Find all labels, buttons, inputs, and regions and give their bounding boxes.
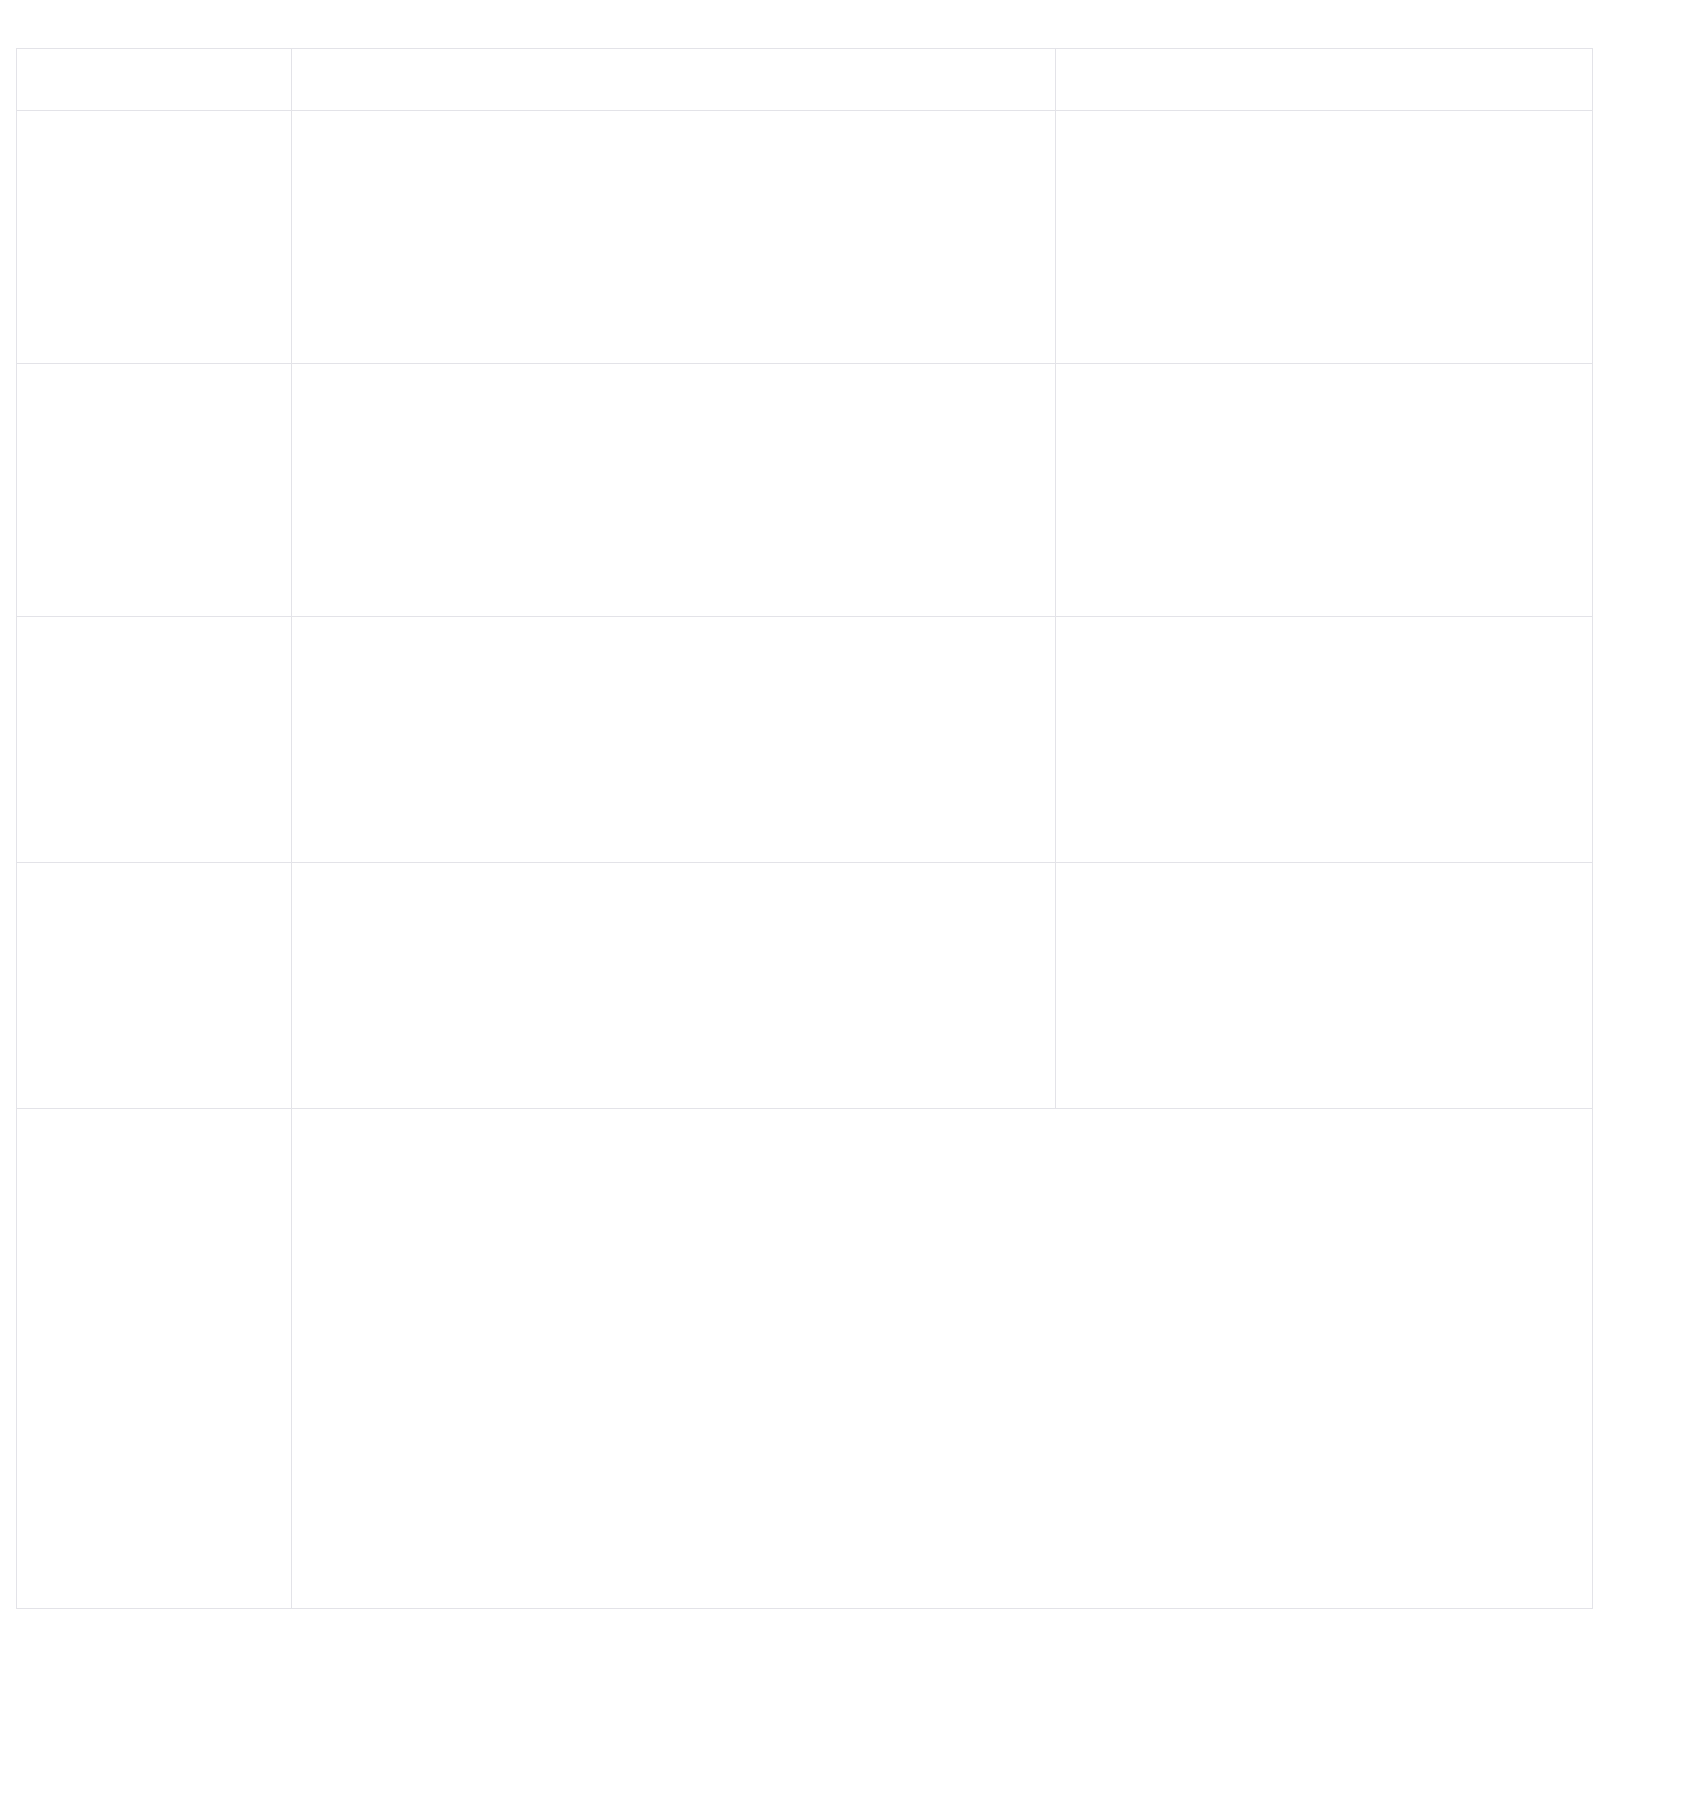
batch-duration-histogram-cell — [1056, 863, 1593, 1109]
empty-header-cell — [17, 49, 292, 111]
operation-duration-chart-cell — [292, 1109, 1593, 1609]
input-rows-label-cell — [17, 617, 292, 863]
input-rows-row — [17, 617, 1593, 863]
process-rate-label-cell — [17, 364, 292, 617]
table-header-row — [17, 49, 1593, 111]
histograms-header — [1056, 49, 1593, 111]
batch-duration-label-cell — [17, 863, 292, 1109]
input-rows-timeline-cell — [292, 617, 1056, 863]
operation-duration-row — [17, 1109, 1593, 1609]
input-rate-histogram-cell — [1056, 111, 1593, 364]
process-rate-row — [17, 364, 1593, 617]
process-rate-histogram-cell — [1056, 364, 1593, 617]
statistics-table — [16, 48, 1593, 1609]
batch-duration-timeline-cell — [292, 863, 1056, 1109]
input-rate-timeline-cell — [292, 111, 1056, 364]
input-rate-row — [17, 111, 1593, 364]
input-rate-label-cell — [17, 111, 292, 364]
streaming-query-statistics-page — [0, 0, 1693, 1820]
process-rate-timeline-cell — [292, 364, 1056, 617]
batch-duration-row — [17, 863, 1593, 1109]
input-rows-histogram-cell — [1056, 617, 1593, 863]
operation-duration-label-cell — [17, 1109, 292, 1609]
timelines-header — [292, 49, 1056, 111]
